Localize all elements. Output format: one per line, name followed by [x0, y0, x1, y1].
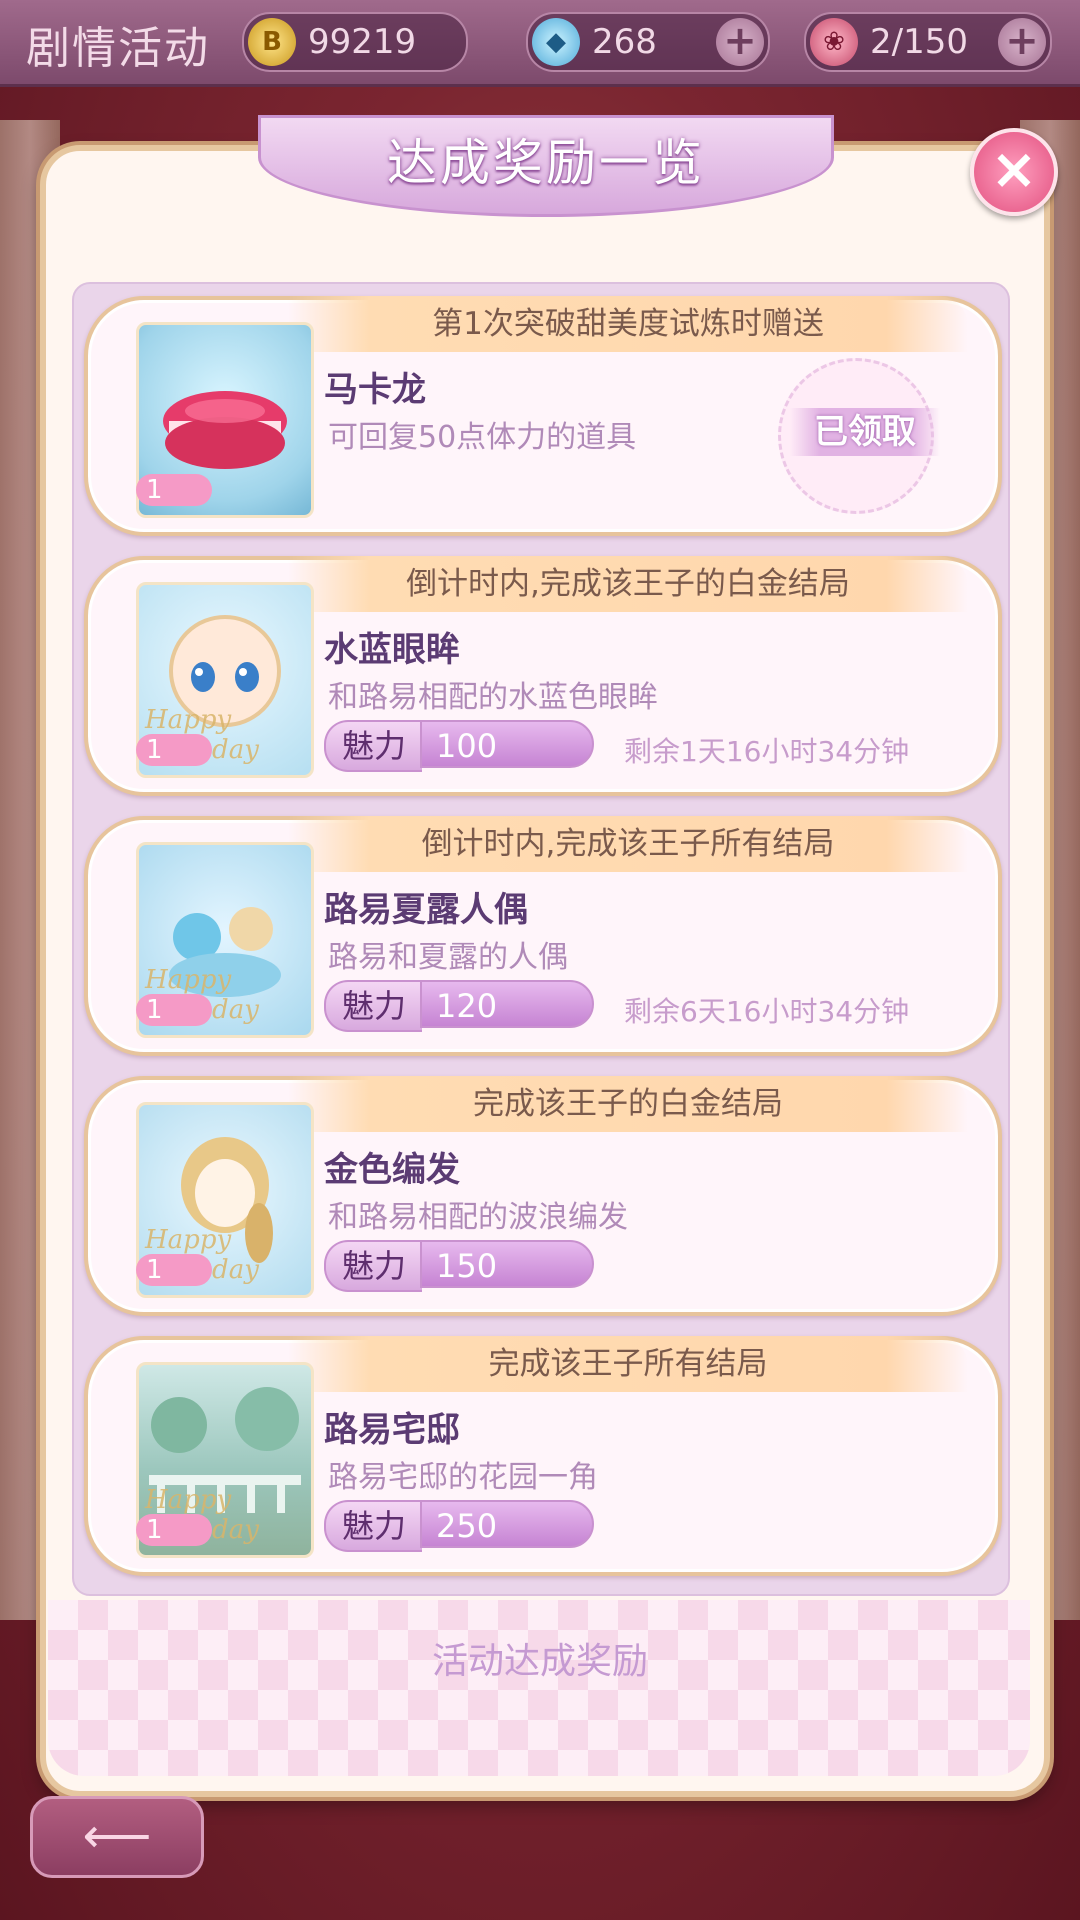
back-arrow-icon: ⟵ — [82, 1808, 152, 1864]
gem-value: 268 — [592, 22, 657, 62]
reward-card: 完成该王子所有结局 Happy Birthday 1 路易宅邸 路易宅邸的花园一… — [84, 1336, 1002, 1576]
reward-quantity: 1 — [136, 1514, 212, 1546]
footer-pattern — [48, 1600, 1030, 1776]
charm-value: 魅力 120 — [324, 980, 596, 1032]
close-button[interactable]: × — [970, 128, 1058, 216]
reward-description: 和路易相配的波浪编发 — [328, 1200, 628, 1235]
charm-label: 魅力 — [324, 1500, 422, 1552]
diamond-icon: ◆ — [532, 18, 580, 66]
reward-description: 和路易相配的水蓝色眼眸 — [328, 680, 658, 715]
charm-number: 250 — [420, 1500, 594, 1548]
gem-counter: ◆ 268 + — [526, 12, 770, 72]
reward-condition: 倒计时内,完成该王子的白金结局 — [288, 556, 968, 612]
charm-number: 120 — [420, 980, 594, 1028]
reward-card: 完成该王子的白金结局 Happy Birthday 1 金色编发 和路易相配的波… — [84, 1076, 1002, 1316]
page-title: 剧情活动 — [26, 23, 210, 74]
reward-quantity: 1 — [136, 734, 212, 766]
charm-label: 魅力 — [324, 980, 422, 1032]
close-icon: × — [990, 137, 1038, 202]
charm-label: 魅力 — [324, 1240, 422, 1292]
add-gems-button[interactable]: + — [716, 18, 764, 66]
reward-name: 路易夏露人偶 — [324, 890, 528, 930]
reward-description: 可回复50点体力的道具 — [328, 420, 637, 455]
countdown-timer: 剩余6天16小时34分钟 — [624, 995, 910, 1028]
footer-title: 活动达成奖励 — [431, 1641, 648, 1682]
rose-value: 2/150 — [870, 22, 968, 62]
reward-condition: 第1次突破甜美度试炼时赠送 — [288, 296, 968, 352]
countdown-timer: 剩余1天16小时34分钟 — [624, 735, 910, 768]
coin-value: 99219 — [308, 22, 417, 62]
charm-number: 150 — [420, 1240, 594, 1288]
charm-value: 魅力 150 — [324, 1240, 596, 1292]
reward-card: 倒计时内,完成该王子所有结局 Happy Birthday 1 路易夏露人偶 路… — [84, 816, 1002, 1056]
reward-description: 路易宅邸的花园一角 — [328, 1460, 598, 1495]
reward-quantity: 1 — [136, 1254, 212, 1286]
reward-name: 水蓝眼眸 — [324, 630, 460, 670]
top-status-bar: 剧情活动 B 99219 ◆ 268 + ❀ 2/150 + — [0, 0, 1080, 87]
reward-condition: 完成该王子的白金结局 — [288, 1076, 968, 1132]
reward-card: 第1次突破甜美度试炼时赠送 1 马卡龙 可回复50点体力的道具 已领取 — [84, 296, 1002, 536]
charm-number: 100 — [420, 720, 594, 768]
reward-quantity: 1 — [136, 474, 212, 506]
reward-quantity: 1 — [136, 994, 212, 1026]
back-button[interactable]: ⟵ — [30, 1796, 204, 1878]
reward-name: 金色编发 — [324, 1150, 460, 1190]
charm-value: 魅力 100 — [324, 720, 596, 772]
reward-condition: 倒计时内,完成该王子所有结局 — [288, 816, 968, 872]
coin-icon: B — [248, 18, 296, 66]
claimed-status: 已领取 — [790, 408, 940, 456]
reward-card: 倒计时内,完成该王子的白金结局 Happy Birthday 1 水蓝眼眸 和路… — [84, 556, 1002, 796]
reward-condition: 完成该王子所有结局 — [288, 1336, 968, 1392]
charm-value: 魅力 250 — [324, 1500, 596, 1552]
rose-icon: ❀ — [810, 18, 858, 66]
reward-name: 马卡龙 — [324, 370, 426, 410]
coin-counter: B 99219 — [242, 12, 468, 72]
add-roses-button[interactable]: + — [998, 18, 1046, 66]
rose-counter: ❀ 2/150 + — [804, 12, 1052, 72]
reward-description: 路易和夏露的人偶 — [328, 940, 568, 975]
reward-name: 路易宅邸 — [324, 1410, 460, 1450]
charm-label: 魅力 — [324, 720, 422, 772]
